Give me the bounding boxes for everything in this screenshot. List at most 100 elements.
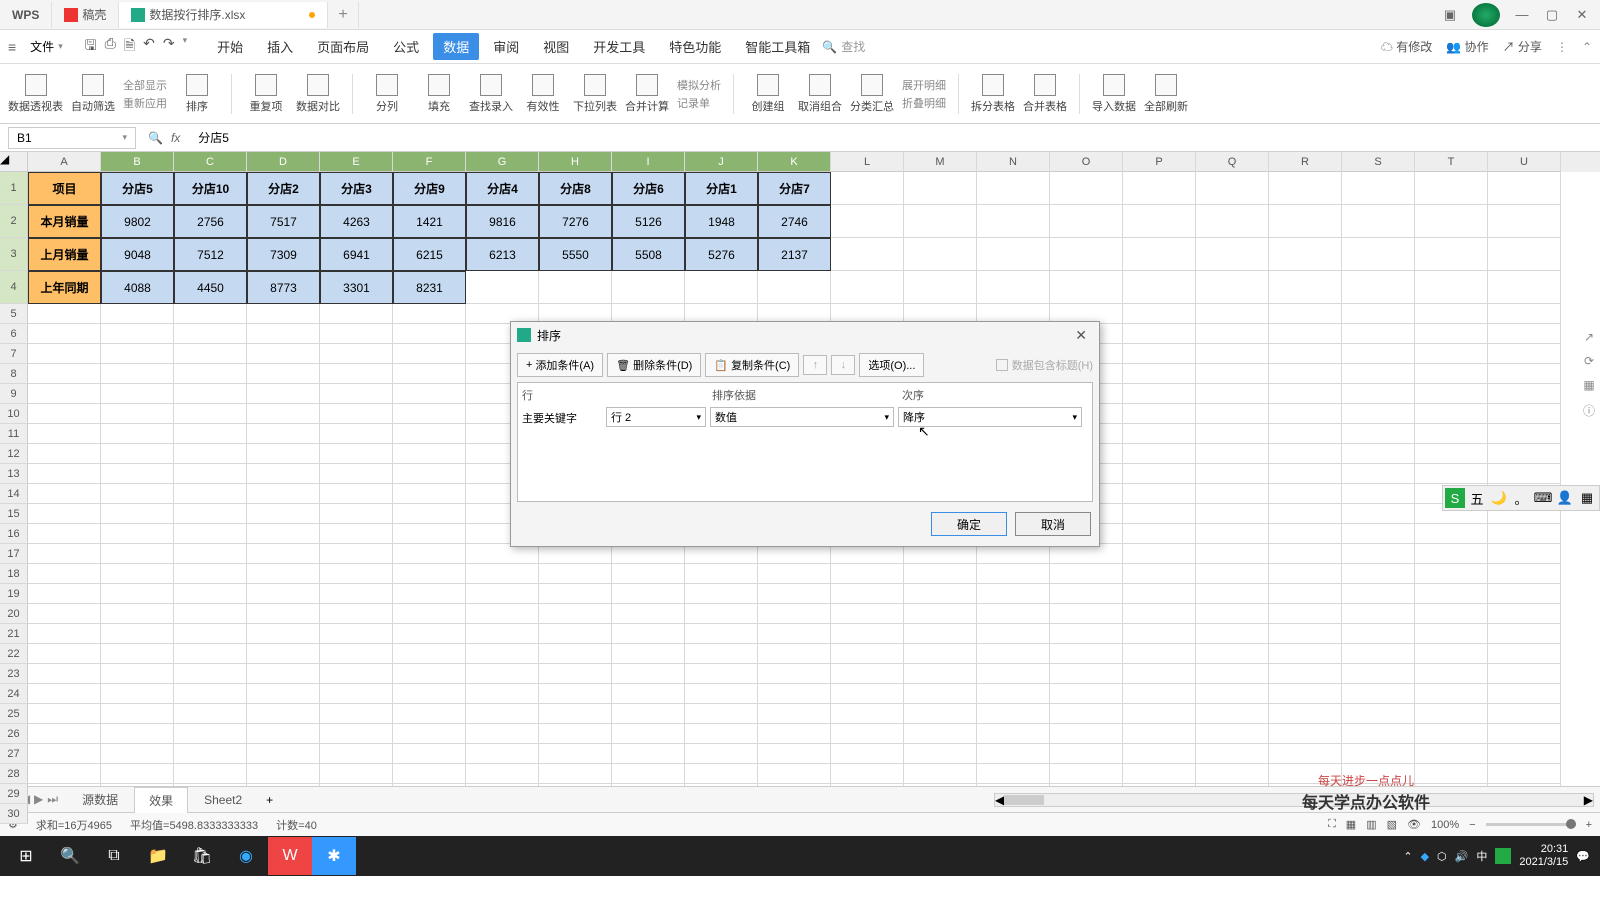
cell[interactable] (1342, 324, 1415, 344)
cell[interactable] (28, 544, 101, 564)
cell[interactable] (977, 664, 1050, 684)
ok-button[interactable]: 确定 (931, 512, 1007, 536)
cell[interactable]: 2137 (758, 238, 831, 271)
cell[interactable] (247, 784, 320, 786)
cell[interactable] (247, 464, 320, 484)
cell[interactable] (977, 684, 1050, 704)
options-button[interactable]: 选项(O)... (859, 353, 924, 377)
row-header[interactable]: 24 (0, 684, 28, 704)
cell[interactable] (28, 524, 101, 544)
cell[interactable]: 项目 (28, 172, 101, 205)
cell[interactable] (539, 704, 612, 724)
cell[interactable] (539, 644, 612, 664)
cell[interactable] (174, 384, 247, 404)
cell[interactable] (977, 704, 1050, 724)
cell[interactable] (101, 404, 174, 424)
cell[interactable] (1196, 424, 1269, 444)
cell[interactable] (174, 424, 247, 444)
cell[interactable] (831, 544, 904, 564)
row-header[interactable]: 10 (0, 404, 28, 424)
side-icon[interactable]: ▦ (1583, 378, 1594, 392)
tray-icon[interactable]: ⬡ (1437, 850, 1447, 863)
edge-icon[interactable]: ◉ (224, 837, 268, 875)
cell[interactable] (831, 744, 904, 764)
cell[interactable] (1050, 205, 1123, 238)
cell[interactable] (685, 624, 758, 644)
cell[interactable] (247, 304, 320, 324)
cell[interactable]: 本月销量 (28, 205, 101, 238)
cell[interactable] (685, 564, 758, 584)
cell[interactable] (1488, 584, 1561, 604)
cell[interactable] (174, 344, 247, 364)
col-header[interactable]: U (1488, 152, 1561, 172)
cell[interactable]: 2756 (174, 205, 247, 238)
cell[interactable] (1488, 424, 1561, 444)
cell[interactable] (977, 604, 1050, 624)
cell[interactable] (1488, 564, 1561, 584)
app-tab-daoke[interactable]: 稿壳 (52, 2, 119, 28)
row-header[interactable]: 9 (0, 384, 28, 404)
view-break-icon[interactable]: ▧ (1387, 818, 1397, 831)
cell[interactable] (1342, 504, 1415, 524)
cell[interactable] (1123, 384, 1196, 404)
cell[interactable] (612, 664, 685, 684)
ribbon-refresh[interactable]: 全部刷新 (1144, 74, 1188, 114)
cell[interactable] (612, 724, 685, 744)
tray-expand-icon[interactable]: ⌃ (1403, 850, 1412, 863)
cell[interactable] (320, 504, 393, 524)
cell[interactable] (1269, 404, 1342, 424)
cell[interactable] (1050, 724, 1123, 744)
cell[interactable] (1196, 238, 1269, 271)
taskview-icon[interactable]: ⧉ (92, 837, 136, 875)
cell[interactable] (612, 744, 685, 764)
cell[interactable] (393, 564, 466, 584)
more-icon[interactable]: ⋮ (1556, 40, 1568, 54)
ribbon-ungroup[interactable]: 取消组合 (798, 74, 842, 114)
cell[interactable]: 分店2 (247, 172, 320, 205)
cell[interactable] (1123, 664, 1196, 684)
cell[interactable] (320, 684, 393, 704)
cell[interactable] (1269, 271, 1342, 304)
cell[interactable] (101, 304, 174, 324)
col-header[interactable]: O (1050, 152, 1123, 172)
cell[interactable] (758, 564, 831, 584)
cell[interactable] (1123, 271, 1196, 304)
cell[interactable] (393, 384, 466, 404)
cell[interactable]: 1421 (393, 205, 466, 238)
cell[interactable] (539, 724, 612, 744)
cell[interactable]: 9802 (101, 205, 174, 238)
col-header[interactable]: L (831, 152, 904, 172)
cell[interactable] (1488, 784, 1561, 786)
cell[interactable] (1196, 464, 1269, 484)
ribbon-group[interactable]: 创建组 (746, 74, 790, 114)
cell[interactable] (1269, 344, 1342, 364)
cell[interactable]: 分店7 (758, 172, 831, 205)
cell[interactable] (28, 324, 101, 344)
cell[interactable] (1050, 604, 1123, 624)
cell[interactable] (247, 624, 320, 644)
cell[interactable] (685, 644, 758, 664)
cell[interactable] (831, 704, 904, 724)
row-header[interactable]: 5 (0, 304, 28, 324)
cancel-fx-icon[interactable]: 🔍 (148, 131, 163, 145)
search-taskbar-icon[interactable]: 🔍 (48, 837, 92, 875)
ribbon-compare[interactable]: 数据对比 (296, 74, 340, 114)
row-header[interactable]: 22 (0, 644, 28, 664)
cell[interactable] (1196, 444, 1269, 464)
cell[interactable] (1050, 564, 1123, 584)
cell[interactable] (1342, 464, 1415, 484)
cell[interactable] (1269, 205, 1342, 238)
menu-dev[interactable]: 开发工具 (583, 33, 655, 60)
cell[interactable] (1269, 664, 1342, 684)
cell[interactable] (1123, 684, 1196, 704)
cell[interactable] (320, 624, 393, 644)
cell[interactable] (247, 644, 320, 664)
cell[interactable] (685, 724, 758, 744)
menu-formula[interactable]: 公式 (383, 33, 429, 60)
cell[interactable] (1415, 238, 1488, 271)
cell[interactable] (393, 764, 466, 784)
cell[interactable] (758, 624, 831, 644)
cell[interactable] (1269, 464, 1342, 484)
menu-special[interactable]: 特色功能 (659, 33, 731, 60)
minimize-icon[interactable]: — (1508, 3, 1536, 27)
